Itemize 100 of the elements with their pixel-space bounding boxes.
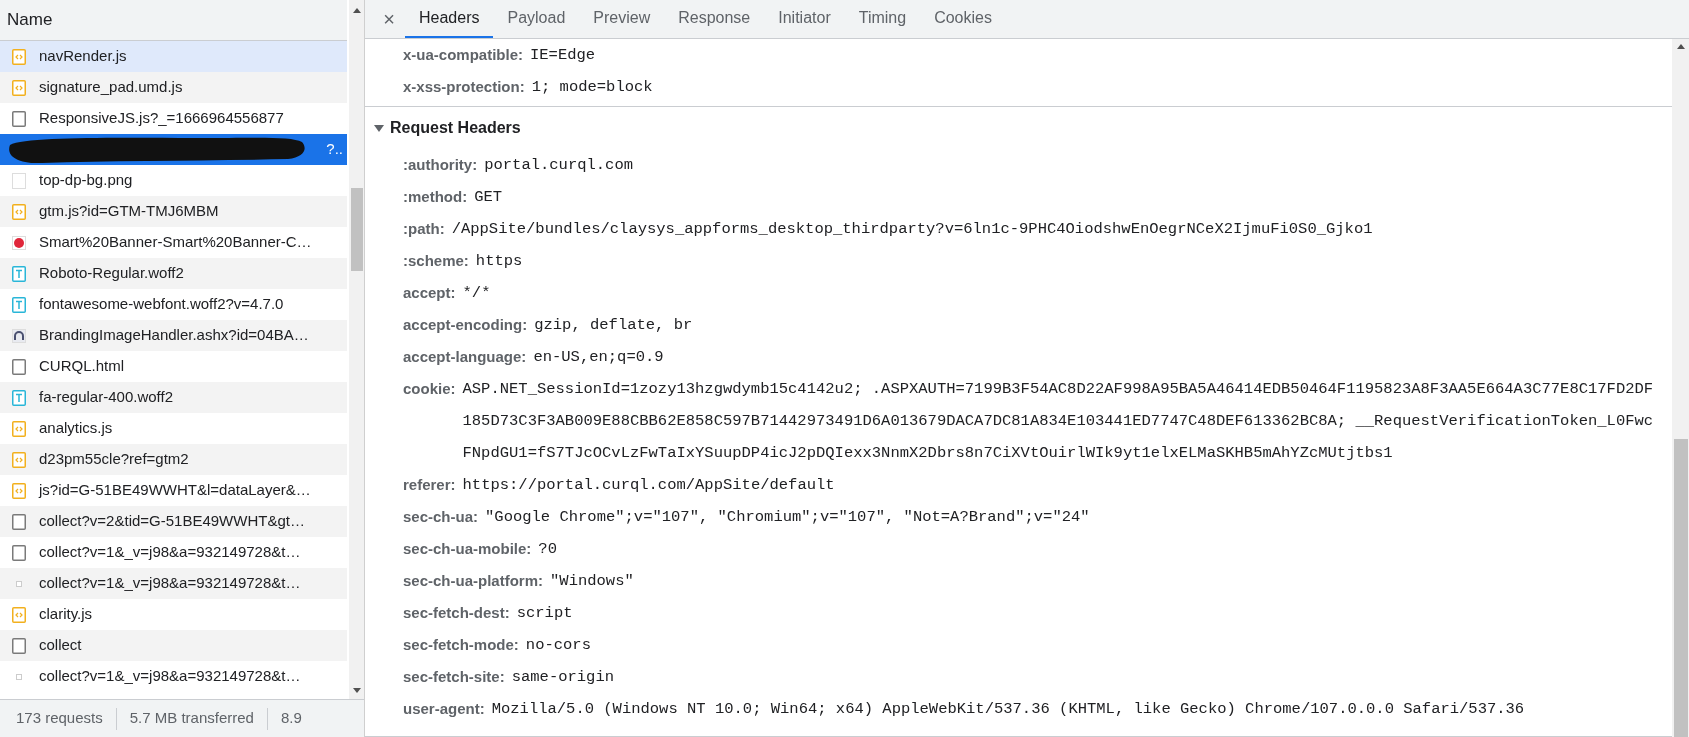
tab[interactable]: Response <box>664 0 765 38</box>
header-name: :path: <box>403 219 445 239</box>
font-file-icon <box>12 296 26 313</box>
request-name: navRender.js <box>39 46 127 67</box>
status-text: 173 requests <box>16 708 103 729</box>
font-file-icon <box>12 389 26 406</box>
expand-triangle-icon[interactable] <box>374 123 384 133</box>
section-title: Request Headers <box>390 118 521 138</box>
request-name: ?.. <box>326 139 344 160</box>
document-file-icon <box>12 358 26 375</box>
header-value: 1; mode=block <box>531 77 654 98</box>
header-value: ?0 <box>538 539 558 560</box>
tab[interactable]: Preview <box>579 0 665 38</box>
scrollbar-thumb[interactable] <box>1673 439 1688 737</box>
header-name: referer: <box>403 475 456 495</box>
header-name: :authority: <box>403 155 478 175</box>
scroll-down-icon[interactable] <box>352 688 361 693</box>
request-row[interactable]: signature_pad.umd.js <box>0 72 348 103</box>
header-value: script <box>516 603 574 624</box>
header-value: Mozilla/5.0 (Windows NT 10.0; Win64; x64) AppleWebKit/537.36 (KHTML, like Gecko) Chrome/107.0.0.0 Safari/537.36 <box>491 699 1526 720</box>
header-value: no-cors <box>525 635 592 656</box>
request-row[interactable]: collect <box>0 630 348 661</box>
header-name: :scheme: <box>403 251 469 271</box>
header-name: accept-encoding: <box>403 315 528 335</box>
header-value: GET <box>474 187 504 208</box>
request-name: fontawesome-webfont.woff2?v=4.7.0 <box>39 294 284 315</box>
request-name: signature_pad.umd.js <box>39 77 183 98</box>
request-row[interactable]: collect?v=1&_v=j98&a=932149728&t… <box>0 568 348 599</box>
blank-file-icon <box>12 172 26 189</box>
request-name: clarity.js <box>39 604 93 625</box>
request-row[interactable]: d23pm55cle?ref=gtm2 <box>0 444 348 475</box>
header-name: user-agent: <box>403 699 485 719</box>
request-row[interactable]: collect?v=2&tid=G-51BE49WWHT&gt… <box>0 506 348 537</box>
header-name: sec-ch-ua-mobile: <box>403 539 532 559</box>
request-name: d23pm55cle?ref=gtm2 <box>39 449 189 470</box>
document-file-icon <box>12 637 26 654</box>
scrollbar[interactable] <box>1672 39 1689 737</box>
scrollbar[interactable] <box>349 0 364 699</box>
request-name: collect <box>39 635 82 656</box>
request-name: top-dp-bg.png <box>39 170 133 191</box>
request-name: ResponsiveJS.js?_=1666964556877 <box>39 108 284 129</box>
script-file-icon <box>12 606 26 623</box>
header-value: gzip, deflate, br <box>534 315 694 336</box>
image-thumbnail-icon <box>12 234 26 251</box>
header-name: x-ua-compatible: <box>403 45 523 65</box>
header-value: portal.curql.com <box>484 155 634 176</box>
status-text: 8.9 <box>280 708 302 729</box>
request-name: fa-regular-400.woff2 <box>39 387 173 408</box>
script-file-icon <box>12 420 26 437</box>
request-row[interactable]: BrandingImageHandler.ashx?id=04BA… <box>0 320 348 351</box>
request-name: collect?v=2&tid=G-51BE49WWHT&gt… <box>39 511 305 532</box>
font-file-icon <box>12 265 26 282</box>
request-row[interactable]: fa-regular-400.woff2 <box>0 382 348 413</box>
header-name: :method: <box>403 187 468 207</box>
request-row[interactable]: Roboto-Regular.woff2 <box>0 258 348 289</box>
scroll-up-icon[interactable] <box>1676 44 1685 49</box>
document-file-icon <box>12 513 26 530</box>
request-row[interactable]: gtm.js?id=GTM-TMJ6MBM <box>0 196 348 227</box>
request-name: CURQL.html <box>39 356 124 377</box>
tab[interactable]: Timing <box>844 0 921 38</box>
header-name: accept-language: <box>403 347 527 367</box>
script-file-icon <box>12 79 26 96</box>
request-name: js?id=G-51BE49WWHT&l=dataLayer&… <box>39 480 311 501</box>
section-header[interactable]: Request Headers <box>365 111 1672 145</box>
request-row[interactable]: navRender.js <box>0 41 348 72</box>
header-value: https <box>475 251 524 272</box>
header-name: sec-ch-ua: <box>403 507 479 527</box>
header-name: sec-ch-ua-platform: <box>403 571 544 591</box>
request-name: BrandingImageHandler.ashx?id=04BA… <box>39 325 309 346</box>
script-file-icon <box>12 203 26 220</box>
header-value: "Windows" <box>550 571 635 592</box>
header-name: sec-fetch-dest: <box>403 603 510 623</box>
request-name: Smart%20Banner-Smart%20Banner-C… <box>39 232 312 253</box>
request-name: gtm.js?id=GTM-TMJ6MBM <box>39 201 219 222</box>
header-value: https://portal.curql.com/AppSite/default <box>462 475 836 496</box>
script-file-icon <box>12 48 26 65</box>
request-row[interactable]: ?.. <box>0 134 348 165</box>
header-name: sec-fetch-site: <box>403 667 505 687</box>
tab[interactable]: Payload <box>493 0 580 38</box>
document-file-icon <box>12 110 26 127</box>
request-name: analytics.js <box>39 418 113 439</box>
header-name: cookie: <box>403 379 456 399</box>
scroll-up-icon[interactable] <box>352 8 361 13</box>
header-value: en-US,en;q=0.9 <box>533 347 665 368</box>
close-button[interactable]: × <box>377 0 401 38</box>
request-name: collect?v=1&_v=j98&a=932149728&t… <box>39 573 301 594</box>
tab[interactable]: Cookies <box>920 0 1006 38</box>
header-value: /AppSite/bundles/claysys_appforms_desktop_thirdparty?v=6ln1c-9PHC4OiodshwEnOegrNCeX2IjmuFi0S0_Gjko1 <box>451 219 1374 240</box>
headphones-icon <box>12 327 26 344</box>
script-file-icon <box>12 451 26 468</box>
header-value: "Google Chrome";v="107", "Chromium";v="107", "Not=A?Brand";v="24" <box>485 507 1091 528</box>
header-value: IE=Edge <box>530 45 597 66</box>
column-header[interactable]: Name <box>0 0 348 41</box>
header-value: */* <box>462 283 492 304</box>
document-file-icon <box>12 544 26 561</box>
request-name: collect?v=1&_v=j98&a=932149728&t… <box>39 542 301 563</box>
tab[interactable]: Initiator <box>764 0 845 38</box>
tab[interactable]: Headers <box>405 0 494 38</box>
header-value: same-origin <box>511 667 616 688</box>
scrollbar-thumb[interactable] <box>350 188 363 271</box>
